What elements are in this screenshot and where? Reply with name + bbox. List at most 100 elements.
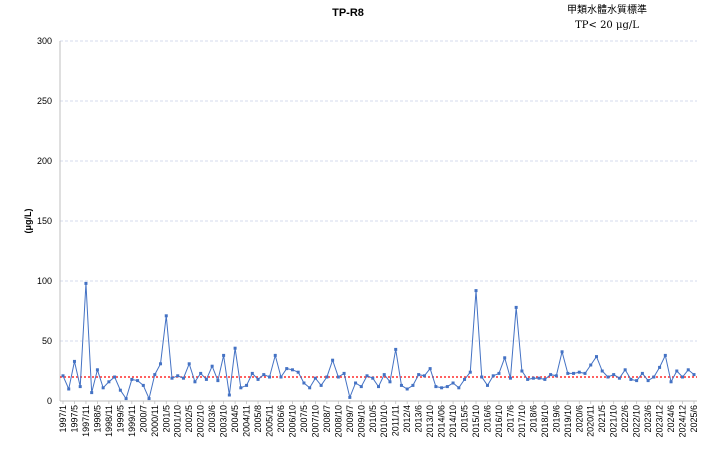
data-point bbox=[669, 380, 673, 384]
data-point bbox=[508, 376, 512, 380]
data-point bbox=[262, 373, 266, 377]
data-point bbox=[652, 375, 656, 379]
chart: TP-R8 甲類水體水質標準 TP< 20 μg/L (μg/L) 0 50 100… bbox=[23, 3, 699, 438]
x-tick-label: 2021/10 bbox=[609, 405, 619, 438]
x-tick-label: 2016/6 bbox=[482, 405, 492, 433]
x-tick-label: 2022/6 bbox=[620, 405, 630, 433]
data-point bbox=[72, 359, 76, 363]
x-tick-label: 2003/6 bbox=[207, 405, 217, 433]
y-tick-label-200: 200 bbox=[37, 156, 52, 166]
data-point bbox=[594, 355, 598, 359]
data-point bbox=[411, 383, 415, 387]
data-point bbox=[61, 374, 65, 378]
y-tick-label-150: 150 bbox=[37, 216, 52, 226]
data-point bbox=[325, 375, 329, 379]
data-point bbox=[377, 385, 380, 389]
data-point bbox=[227, 393, 231, 397]
data-point bbox=[90, 391, 94, 395]
x-tick-label: 2019/10 bbox=[563, 405, 573, 438]
data-point bbox=[382, 373, 386, 377]
data-point bbox=[296, 370, 300, 374]
data-point bbox=[560, 350, 564, 354]
data-point bbox=[141, 383, 145, 387]
x-tick-label: 2010/5 bbox=[368, 405, 378, 433]
data-point bbox=[692, 373, 696, 377]
data-point bbox=[440, 386, 444, 390]
data-point bbox=[658, 365, 662, 369]
data-point bbox=[124, 397, 128, 401]
data-point bbox=[348, 395, 352, 399]
y-tick-label-300: 300 bbox=[37, 36, 52, 46]
data-point bbox=[308, 386, 312, 390]
data-point bbox=[388, 380, 392, 384]
y-tick-label-250: 250 bbox=[37, 96, 52, 106]
data-point bbox=[153, 373, 157, 377]
data-point bbox=[107, 380, 111, 384]
x-tick-labels: 1997/1 1997/5 1997/11 1998/5 1998/11 1999/5 19… bbox=[58, 405, 699, 438]
data-point bbox=[239, 386, 243, 390]
data-point bbox=[279, 375, 283, 379]
chart-title: TP-R8 bbox=[332, 7, 364, 19]
data-point bbox=[681, 375, 685, 379]
x-tick-label: 2016/10 bbox=[494, 405, 504, 438]
standard-note-line2: TP< 20 μg/L bbox=[575, 20, 639, 31]
data-point bbox=[268, 375, 272, 379]
data-point bbox=[113, 375, 117, 379]
data-point bbox=[336, 375, 340, 379]
data-point bbox=[170, 376, 174, 380]
x-tick-label: 1997/1 bbox=[58, 405, 68, 433]
data-point bbox=[233, 346, 237, 350]
data-point bbox=[199, 371, 203, 375]
data-point bbox=[331, 358, 335, 362]
x-tick-label: 2017/6 bbox=[505, 405, 515, 433]
data-point bbox=[428, 367, 432, 371]
data-point bbox=[543, 377, 547, 381]
data-point bbox=[181, 376, 185, 380]
data-point bbox=[485, 383, 489, 387]
data-point bbox=[319, 383, 323, 387]
x-tick-label: 2010/10 bbox=[379, 405, 389, 438]
data-point bbox=[136, 379, 140, 383]
x-tick-label: 2007/5 bbox=[299, 405, 309, 433]
data-point bbox=[566, 371, 570, 375]
x-tick-label: 2015/10 bbox=[471, 405, 481, 438]
x-tick-label: 2009/10 bbox=[356, 405, 366, 438]
x-tick-label: 2011/11 bbox=[391, 405, 401, 436]
data-point bbox=[520, 369, 524, 373]
data-point bbox=[606, 375, 610, 379]
data-point bbox=[371, 376, 375, 380]
y-tick-label-100: 100 bbox=[37, 276, 52, 286]
x-tick-label: 2013/10 bbox=[425, 405, 435, 438]
x-tick-label: 2001/5 bbox=[161, 405, 171, 433]
x-tick-label: 2019/6 bbox=[551, 405, 561, 433]
gridlines bbox=[60, 40, 697, 342]
data-point bbox=[422, 374, 426, 378]
data-point bbox=[572, 371, 576, 375]
data-point bbox=[216, 379, 220, 383]
x-tick-label: 1997/5 bbox=[69, 405, 79, 433]
standard-note-line1: 甲類水體水質標準 bbox=[567, 3, 647, 16]
x-tick-label: 2004/5 bbox=[230, 405, 240, 433]
x-tick-label: 2008/10 bbox=[333, 405, 343, 438]
data-point bbox=[491, 374, 495, 378]
data-point bbox=[617, 376, 621, 380]
x-tick-label: 2001/10 bbox=[173, 405, 183, 438]
data-point bbox=[457, 386, 461, 390]
data-point bbox=[359, 385, 363, 389]
data-point bbox=[342, 371, 346, 375]
x-tick-label: 2000/7 bbox=[138, 405, 148, 433]
x-tick-label: 2020/11 bbox=[586, 405, 596, 437]
data-point bbox=[577, 370, 581, 374]
y-tick-labels: 0 50 100 150 200 250 300 bbox=[37, 36, 52, 406]
data-point bbox=[67, 387, 71, 391]
axes bbox=[59, 41, 697, 404]
data-point bbox=[531, 376, 535, 380]
data-point bbox=[176, 374, 180, 378]
x-tick-label: 2002/10 bbox=[196, 405, 206, 438]
x-tick-label: 1999/11 bbox=[127, 405, 137, 437]
data-point bbox=[354, 381, 358, 385]
x-tick-label: 2007/10 bbox=[310, 405, 320, 438]
data-point bbox=[646, 379, 650, 383]
data-point bbox=[434, 385, 438, 389]
data-point bbox=[159, 362, 163, 366]
